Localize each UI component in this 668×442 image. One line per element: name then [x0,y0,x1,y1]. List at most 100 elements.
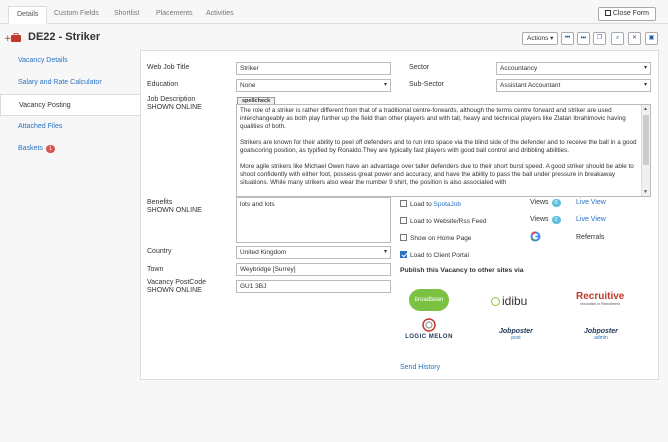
views-label: Views 0 [530,199,561,207]
publish-title: Publish this Vacancy to other sites via [400,267,524,274]
last-icon: ⏭ [580,35,587,41]
chevron-down-icon: ▾ [643,82,647,88]
load-to-label: Load to [410,201,432,209]
save-button[interactable]: ▣ [645,32,658,45]
description-paragraph: The role of a striker is rather differen… [240,107,626,130]
close-form-label: Close Form [612,10,649,17]
country-label: Country [147,248,172,255]
description-scrollbar[interactable]: ▲ ▼ [641,105,650,196]
logicmelon-text: LOGIC MELON [405,334,453,340]
copy-button[interactable]: ❐ [593,32,606,45]
education-select[interactable]: None ▾ [236,79,391,92]
delete-button[interactable]: ✕ [628,32,641,45]
spotajob-link[interactable]: SpotaJob [434,201,461,208]
jobposter-admin-logo[interactable]: Jobposter admin [584,328,618,341]
tab-shortlist[interactable]: Shortlist [106,6,147,24]
tab-custom-fields[interactable]: Custom Fields [46,6,107,24]
jobposter-sub: admin [594,335,608,341]
first-record-button[interactable]: ⏮ [561,32,574,45]
web-job-title-input[interactable]: Striker [236,62,391,75]
close-form-icon [604,10,611,17]
idibu-logo[interactable]: idibu [491,294,527,308]
idibu-text: idibu [502,294,528,308]
checkbox-checked[interactable] [400,251,407,258]
page-title: DE22 - Striker [28,31,101,43]
subsector-label: Sub-Sector [409,81,445,88]
website-rss-label: Load to Website/Rss Feed [410,218,487,226]
show-on-home-page-checkbox[interactable]: Show on Home Page [400,234,471,242]
melon-icon [422,318,436,332]
search-button[interactable]: ⌕ [611,32,624,45]
recruitive-logo[interactable]: Recruitive innovation in Recruitment [576,291,624,306]
job-description-label: Job Description [147,96,196,103]
recruitive-tagline: innovation in Recruitment [580,302,620,306]
country-value: United Kingdom [240,249,287,256]
actions-dropdown[interactable]: Actions ▾ [522,32,559,45]
svg-text:+: + [4,34,12,43]
actions-label: Actions [527,35,549,42]
scroll-up-icon: ▲ [643,106,648,112]
google-icon [530,231,541,242]
benefits-shown-online: SHOWN ONLINE [147,207,202,214]
education-label: Education [147,81,179,88]
benefits-textarea[interactable]: lots and lots [236,197,391,243]
tab-activities[interactable]: Activities [198,6,242,24]
baskets-count-badge: 1 [45,145,55,153]
power-icon [491,296,500,306]
jobposter-post-logo[interactable]: Jobposter post [499,328,533,341]
postcode-input[interactable]: GU1 3BJ [236,280,391,293]
subsector-select[interactable]: Assistant Accountant ▾ [496,79,651,92]
tab-details[interactable]: Details [8,6,48,24]
load-to-website-checkbox[interactable]: Load to Website/Rss Feed [400,217,487,226]
search-icon: ⌕ [615,35,620,41]
tab-bar: Details Custom Fields Shortlist Placemen… [0,0,668,24]
town-label: Town [147,266,164,273]
sidebar-item-vacancy-posting[interactable]: Vacancy Posting [0,94,141,116]
scroll-thumb[interactable] [643,115,649,165]
chevron-down-icon: ▾ [383,249,387,255]
sidebar-item-attached-files[interactable]: Attached Files [0,116,140,138]
send-history-link[interactable]: Send History [400,364,440,371]
sidebar-item-label: Attached Files [18,123,63,130]
sidebar-item-label: Baskets [18,145,43,152]
sidebar: Vacancy Details Salary and Rate Calculat… [0,50,141,160]
load-to-spotajob-checkbox[interactable]: Load to SpotaJob [400,200,461,209]
referrals-label: Referrals [576,234,605,241]
scroll-down-icon: ▼ [643,189,648,195]
sidebar-item-vacancy-details[interactable]: Vacancy Details [0,50,140,72]
sidebar-item-salary-calculator[interactable]: Salary and Rate Calculator [0,72,140,94]
job-description-textarea[interactable]: The role of a striker is rather differen… [236,104,651,197]
logicmelon-logo[interactable]: LOGIC MELON [401,318,457,340]
live-view-link[interactable]: Live View [576,216,606,223]
checkbox[interactable] [400,234,407,241]
sector-select[interactable]: Accountancy ▾ [496,62,651,75]
sidebar-item-label: Vacancy Posting [19,102,71,109]
views-text: Views [530,199,549,206]
views-text: Views [530,216,549,223]
close-form-button[interactable]: Close Form [597,7,656,21]
sector-label: Sector [409,64,430,71]
tab-placements[interactable]: Placements [148,6,201,24]
sidebar-item-label: Salary and Rate Calculator [18,79,102,86]
first-icon: ⏮ [564,35,571,41]
views-label: Views 0 [530,216,561,224]
country-select[interactable]: United Kingdom ▾ [236,246,391,259]
views-count: 0 [551,216,561,224]
web-job-title-label: Web Job Title [147,64,190,71]
postcode-shown-online: SHOWN ONLINE [147,287,202,294]
checkbox[interactable] [400,217,407,224]
live-view-link[interactable]: Live View [576,199,606,206]
last-record-button[interactable]: ⏭ [577,32,590,45]
chevron-down-icon: ▾ [643,65,647,71]
briefcase-icon: + [4,33,21,43]
description-paragraph: Strikers are known for their ability to … [240,139,637,154]
postcode-label: Vacancy PostCode [147,279,207,286]
sector-value: Accountancy [500,65,538,72]
checkbox[interactable] [400,200,407,207]
broadbean-logo[interactable]: broadbean [409,289,449,311]
recruitive-text: Recruitive [576,291,625,302]
sidebar-item-baskets[interactable]: Baskets 1 [0,138,140,160]
town-input[interactable]: Weybridge [Surrey] [236,263,391,276]
jobposter-sub: post [511,335,521,341]
load-to-client-portal-checkbox[interactable]: Load to Client Portal [400,251,469,259]
